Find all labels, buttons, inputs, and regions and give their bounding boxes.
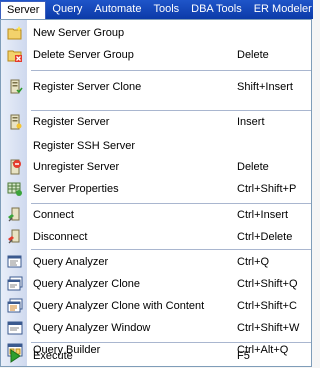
menu-item-shortcut: Ctrl+Shift+C: [237, 300, 297, 312]
menu-er-modeler[interactable]: ER Modeler: [248, 0, 318, 19]
menu-item-query-analyzer-clone[interactable]: Query Analyzer Clone Ctrl+Shift+Q: [1, 273, 311, 295]
menu-item-label: Query Analyzer: [33, 256, 109, 268]
separator: [31, 342, 311, 343]
menu-item-new-server-group[interactable]: New Server Group: [1, 22, 311, 44]
menu-item-register-ssh-server[interactable]: Register SSH Server: [1, 135, 311, 157]
menu-item-query-analyzer-clone-with-content[interactable]: Query Analyzer Clone with Content Ctrl+S…: [1, 295, 311, 317]
menu-item-shortcut: Delete: [237, 161, 269, 173]
menu-item-label: New Server Group: [33, 27, 125, 39]
menu-item-register-server-clone[interactable]: Register Server Clone Shift+Insert: [1, 76, 311, 98]
menu-item-label: Execute: [33, 350, 73, 362]
menu-item-label: Register SSH Server: [33, 140, 136, 152]
server-properties-icon: [7, 182, 22, 196]
unregister-server-icon: [10, 159, 21, 175]
connect-icon: [8, 207, 20, 222]
menu-item-label: Disconnect: [33, 231, 88, 243]
query-analyzer-clone-content-icon: [7, 298, 23, 313]
menu-item-label: Server Properties: [33, 183, 119, 195]
menu-item-shortcut: Ctrl+Delete: [237, 231, 293, 243]
delete-folder-icon: [7, 50, 22, 62]
menu-item-connect[interactable]: Connect Ctrl+Insert: [1, 204, 311, 226]
menu-item-shortcut: Ctrl+Q: [237, 256, 270, 268]
menu-item-unregister-server[interactable]: Unregister Server Delete: [1, 156, 311, 178]
query-analyzer-window-icon: [7, 321, 23, 335]
menu-item-server-properties[interactable]: Server Properties Ctrl+Shift+P: [1, 178, 311, 200]
menu-item-query-analyzer-window[interactable]: Query Analyzer Window Ctrl+Shift+W: [1, 317, 311, 339]
register-server-icon: [10, 114, 22, 130]
menu-item-shortcut: Ctrl+Shift+W: [237, 322, 300, 334]
separator: [31, 249, 311, 250]
menu-item-label: Query Analyzer Window: [33, 322, 151, 334]
menu-item-label: Unregister Server: [33, 161, 120, 173]
menu-item-delete-server-group[interactable]: Delete Server Group Delete: [1, 44, 311, 66]
menu-item-label: Query Analyzer Clone: [33, 278, 140, 290]
menu-item-label: Query Analyzer Clone with Content: [33, 300, 205, 312]
separator: [31, 70, 311, 71]
menu-item-disconnect[interactable]: Disconnect Ctrl+Delete: [1, 226, 311, 248]
menu-tools[interactable]: Tools: [147, 0, 185, 19]
menu-item-label: Connect: [33, 209, 74, 221]
query-analyzer-icon: [7, 255, 22, 268]
menu-item-shortcut: Ctrl+Shift+Q: [237, 278, 298, 290]
menu-item-shortcut: Ctrl+Shift+P: [237, 183, 297, 195]
menu-item-shortcut: Delete: [237, 49, 269, 61]
menu-item-label: Delete Server Group: [33, 49, 134, 61]
menu-item-execute[interactable]: Execute F5: [1, 345, 311, 367]
clone-server-icon: [10, 79, 23, 94]
menu-item-label: Register Server Clone: [33, 81, 142, 93]
menu-item-label: Register Server: [33, 116, 110, 128]
menu-item-shortcut: Insert: [237, 116, 265, 128]
execute-icon: [10, 349, 21, 363]
new-folder-icon: [7, 26, 22, 40]
menu-item-query-analyzer[interactable]: Query Analyzer Ctrl+Q: [1, 251, 311, 273]
menu-server[interactable]: Server: [0, 1, 47, 19]
disconnect-icon: [8, 229, 20, 244]
menu-automate[interactable]: Automate: [88, 0, 147, 19]
server-dropdown-menu: New Server Group Delete Server Group Del…: [0, 19, 312, 367]
menu-item-shortcut: Ctrl+Insert: [237, 209, 289, 221]
menu-dba-tools[interactable]: DBA Tools: [185, 0, 248, 19]
menu-item-register-server[interactable]: Register Server Insert: [1, 111, 311, 133]
menu-item-shortcut: Shift+Insert: [237, 81, 293, 93]
menu-item-shortcut: F5: [237, 350, 250, 362]
menu-bar: Server Query Automate Tools DBA Tools ER…: [0, 0, 313, 19]
menu-query[interactable]: Query: [46, 0, 88, 19]
query-analyzer-clone-icon: [7, 276, 23, 291]
